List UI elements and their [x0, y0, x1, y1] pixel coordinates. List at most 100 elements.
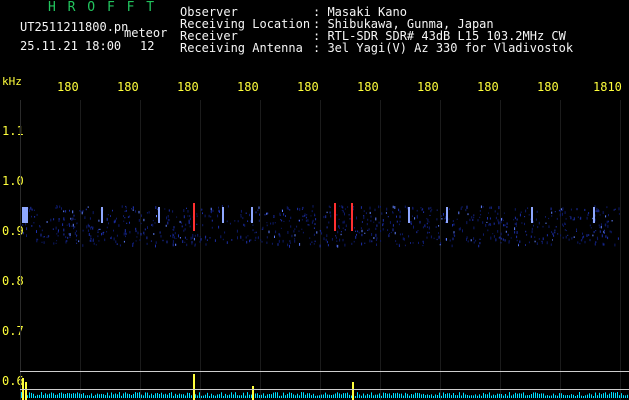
trace-bar — [137, 392, 138, 398]
trace-bar — [229, 394, 230, 398]
noise-pixel — [88, 225, 90, 228]
trace-bar — [237, 395, 238, 398]
noise-pixel — [564, 222, 566, 225]
noise-pixel — [294, 238, 296, 240]
noise-pixel — [329, 211, 331, 214]
noise-pixel — [199, 236, 201, 238]
trace-bar — [597, 395, 598, 398]
noise-pixel — [175, 243, 177, 246]
trace-bar — [619, 395, 620, 398]
trace-bar — [549, 395, 550, 398]
noise-pixel — [503, 212, 505, 214]
noise-pixel — [514, 216, 516, 220]
noise-pixel — [412, 207, 414, 210]
trace-bar — [591, 394, 592, 398]
noise-pixel — [497, 212, 499, 215]
noise-pixel — [306, 214, 308, 216]
noise-pixel — [338, 218, 340, 220]
noise-pixel — [202, 212, 203, 215]
trace-bar — [175, 393, 176, 398]
noise-pixel — [266, 224, 268, 227]
noise-pixel — [375, 239, 377, 241]
trace-bar — [525, 395, 526, 398]
noise-pixel — [283, 213, 285, 216]
noise-pixel — [436, 209, 438, 211]
trace-bar — [451, 395, 452, 398]
noise-pixel — [336, 244, 338, 248]
noise-pixel — [97, 235, 99, 238]
trace-bar — [421, 394, 422, 398]
trace-bar — [169, 393, 170, 398]
noise-pixel — [342, 238, 344, 242]
noise-pixel — [90, 226, 92, 230]
trace-bar — [459, 392, 460, 398]
noise-pixel — [328, 205, 330, 208]
noise-pixel — [584, 208, 586, 211]
noise-pixel — [486, 221, 488, 223]
noise-pixel — [311, 221, 313, 224]
trace-bar — [351, 395, 352, 398]
noise-pixel — [453, 232, 455, 236]
noise-pixel — [124, 210, 126, 212]
trace-bar — [361, 395, 362, 398]
noise-pixel — [74, 226, 76, 228]
noise-pixel — [125, 209, 127, 212]
noise-pixel — [467, 240, 469, 243]
noise-pixel — [242, 239, 244, 241]
noise-pixel — [57, 235, 59, 237]
noise-pixel — [430, 206, 432, 209]
trace-bar — [75, 393, 76, 398]
noise-pixel — [247, 220, 249, 222]
noise-pixel — [571, 237, 573, 240]
trace-bar — [243, 392, 244, 398]
noise-pixel — [412, 242, 414, 244]
trace-bar — [395, 393, 396, 398]
noise-pixel — [108, 222, 109, 225]
noise-pixel — [493, 222, 495, 225]
noise-pixel — [441, 218, 443, 220]
noise-pixel — [65, 240, 67, 244]
noise-pixel — [475, 239, 477, 242]
noise-pixel — [159, 231, 161, 234]
noise-pixel — [151, 224, 152, 226]
trace-bar — [187, 392, 188, 398]
noise-pixel — [299, 243, 301, 246]
noise-pixel — [490, 223, 492, 226]
noise-pixel — [193, 237, 195, 241]
noise-pixel — [214, 239, 216, 242]
trace-bar — [345, 393, 346, 398]
noise-pixel — [617, 237, 619, 240]
noise-pixel — [542, 237, 544, 241]
noise-pixel — [519, 240, 521, 243]
noise-pixel — [258, 206, 260, 209]
noise-pixel — [605, 215, 607, 218]
noise-pixel — [196, 213, 198, 215]
noise-pixel — [89, 217, 91, 220]
noise-pixel — [143, 231, 145, 234]
noise-pixel — [369, 206, 371, 210]
noise-pixel — [168, 209, 170, 212]
noise-pixel — [56, 240, 58, 242]
noise-pixel — [524, 222, 525, 226]
trace-bar — [249, 394, 250, 398]
noise-pixel — [469, 218, 471, 222]
noise-pixel — [34, 216, 36, 218]
trace-bar — [625, 395, 626, 398]
trace-bar — [339, 393, 340, 398]
noise-pixel — [184, 241, 186, 243]
trace-bar — [553, 393, 554, 398]
meteor-echo — [408, 207, 410, 223]
noise-pixel — [518, 243, 520, 245]
noise-pixel — [568, 238, 570, 241]
noise-pixel — [551, 211, 553, 214]
noise-pixel — [69, 233, 71, 236]
noise-pixel — [341, 209, 343, 211]
trace-bar — [439, 392, 440, 398]
noise-pixel — [289, 244, 290, 248]
trace-bar — [27, 395, 28, 398]
noise-pixel — [363, 210, 365, 212]
noise-pixel — [396, 220, 398, 223]
noise-pixel — [360, 227, 362, 230]
noise-pixel — [452, 237, 454, 241]
trace-bar — [367, 393, 368, 398]
